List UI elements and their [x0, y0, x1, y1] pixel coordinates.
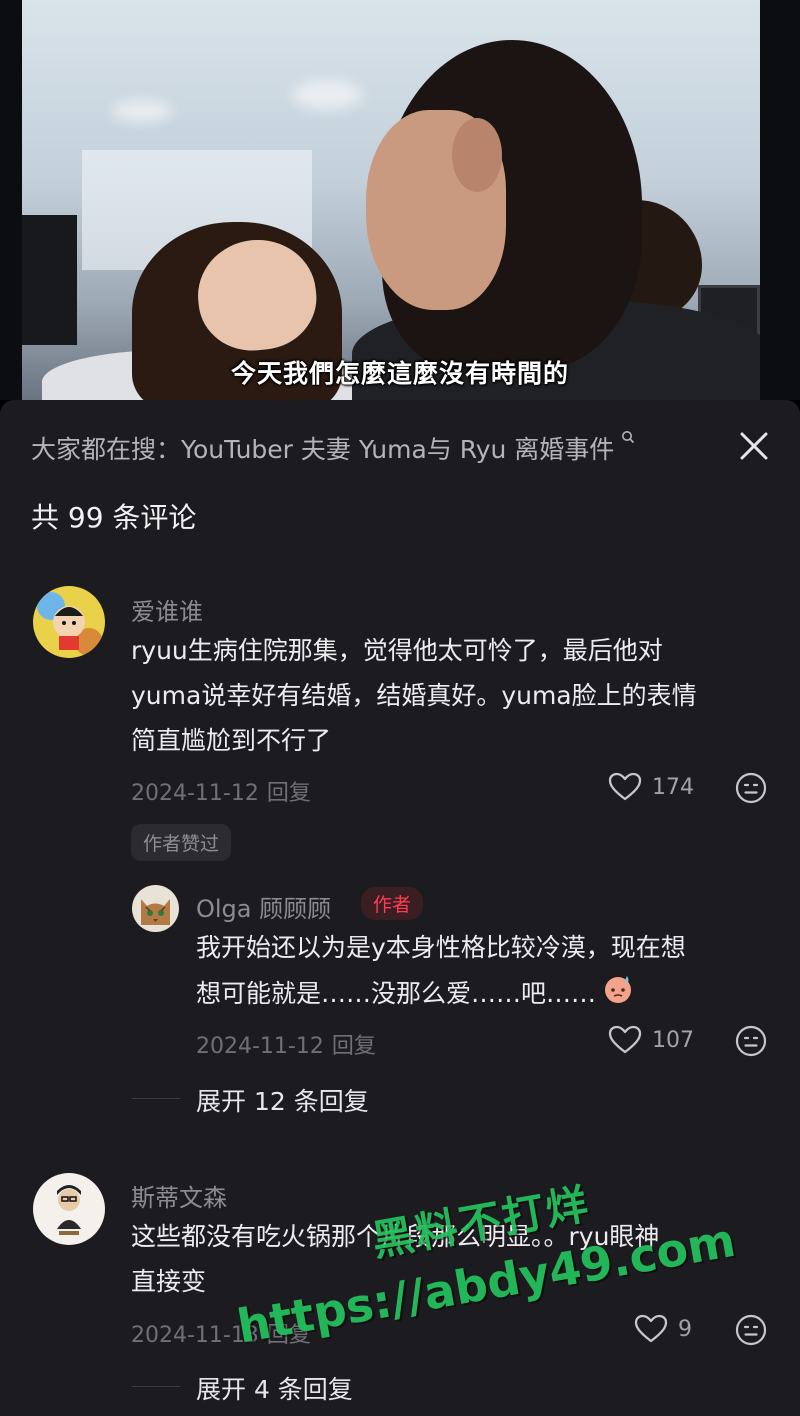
close-icon[interactable]: [734, 426, 774, 466]
emoji-reaction-icon[interactable]: [735, 772, 767, 804]
search-icon: [616, 430, 635, 448]
search-query[interactable]: YouTuber 夫妻 Yuma与 Ryu 离婚事件: [181, 435, 614, 464]
like-count: 9: [678, 1316, 692, 1342]
heart-icon: [608, 772, 642, 801]
reply-date: 2024-11-12: [196, 1034, 324, 1059]
video-frame: [22, 0, 760, 400]
expand-replies-button[interactable]: 展开 4 条回复: [196, 1370, 353, 1406]
heart-icon: [608, 1025, 642, 1054]
avatar[interactable]: [33, 586, 105, 658]
reply-username[interactable]: Olga 顾顾顾: [196, 889, 331, 924]
expand-replies-button[interactable]: 展开 12 条回复: [196, 1082, 369, 1118]
avatar[interactable]: [132, 885, 179, 932]
like-count: 174: [652, 774, 694, 800]
comment-username[interactable]: 斯蒂文森: [131, 1178, 227, 1213]
like-count: 107: [652, 1027, 694, 1053]
emoji-reaction-icon[interactable]: [735, 1025, 767, 1057]
like-button[interactable]: 9: [634, 1314, 692, 1344]
reply-meta: 2024-11-12 回复: [196, 1028, 376, 1060]
search-prefix: 大家都在搜：: [31, 435, 182, 464]
author-liked-chip: 作者赞过: [131, 824, 232, 861]
avatar[interactable]: [33, 1173, 105, 1245]
comment-username[interactable]: 爱谁谁: [131, 592, 203, 627]
like-button[interactable]: 107: [608, 1025, 694, 1055]
reply-text: 我开始还以为是y本身性格比较冷漠，现在想 想可能就是……没那么爱……吧……: [196, 925, 776, 1020]
reply-button[interactable]: 回复: [332, 1034, 376, 1059]
divider: [132, 1098, 180, 1099]
comment-count: 共 99 条评论: [31, 501, 197, 534]
comment-text: ryuu生病住院那集，觉得他太可怜了，最后他对 yuma说幸好有结婚，结婚真好。…: [131, 636, 697, 755]
like-button[interactable]: 174: [608, 772, 694, 802]
reply-button[interactable]: 回复: [267, 781, 311, 806]
sweat-emoji-icon: [600, 970, 636, 1020]
trending-search[interactable]: 大家都在搜：YouTuber 夫妻 Yuma与 Ryu 离婚事件: [31, 430, 691, 466]
author-badge: 作者: [361, 887, 424, 920]
video-player[interactable]: 今天我們怎麼這麼沒有時間的: [0, 0, 800, 400]
comment-meta: 2024-11-12 回复: [131, 775, 311, 807]
emoji-reaction-icon[interactable]: [735, 1314, 767, 1346]
divider: [132, 1386, 180, 1387]
video-subtitle: 今天我們怎麼這麼沒有時間的: [230, 359, 569, 388]
heart-icon: [634, 1314, 668, 1343]
comment-date: 2024-11-12: [131, 781, 259, 806]
